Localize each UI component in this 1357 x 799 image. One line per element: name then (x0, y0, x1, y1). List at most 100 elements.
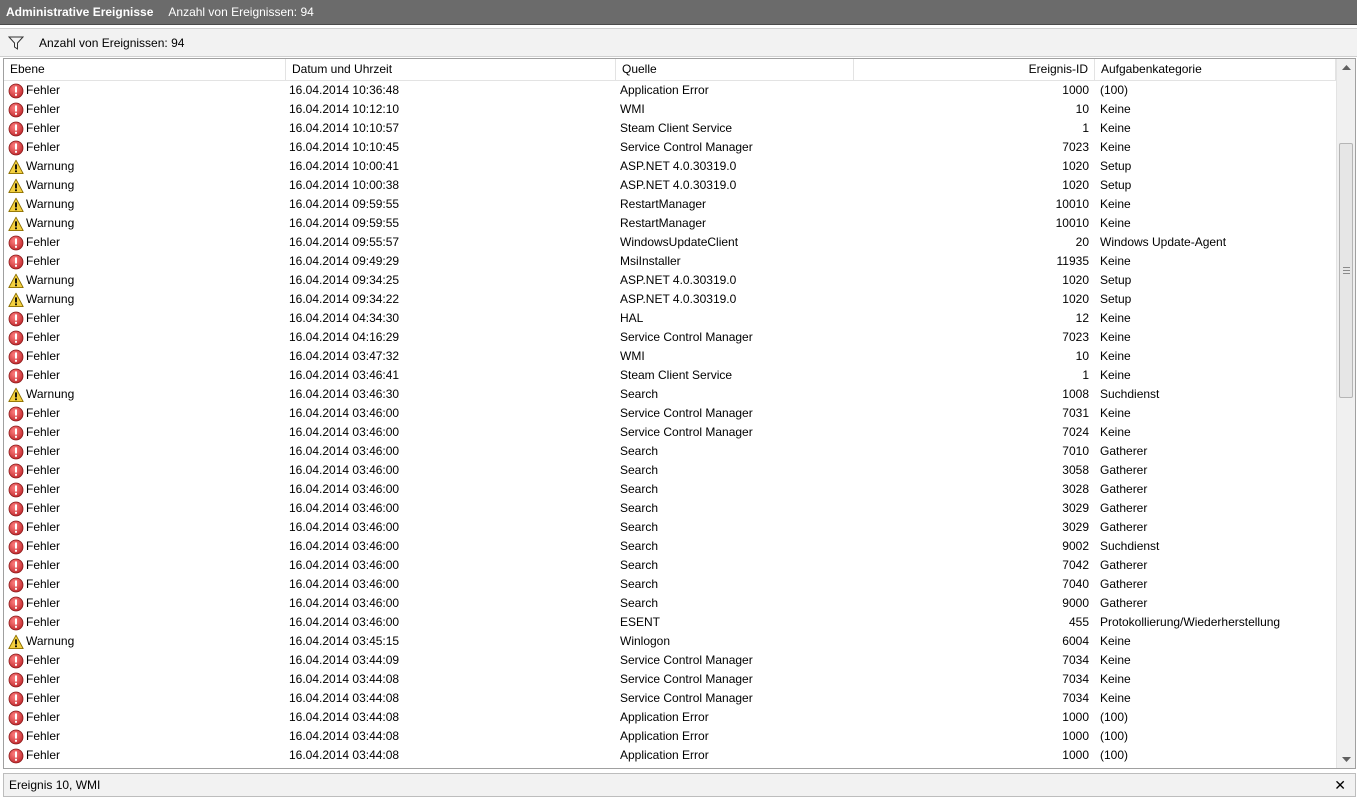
scroll-up-button[interactable] (1337, 59, 1355, 76)
event-row[interactable]: Fehler 16.04.2014 04:34:30 HAL 12 Keine (4, 309, 1336, 328)
event-row[interactable]: Fehler 16.04.2014 03:46:00 Service Control… (4, 404, 1336, 423)
event-category: Setup (1100, 178, 1132, 192)
event-row[interactable]: Fehler 16.04.2014 03:46:00 Search 3029 Gathe… (4, 518, 1336, 537)
event-row[interactable]: Fehler 16.04.2014 09:55:57 WindowsUpdateCl… (4, 233, 1336, 252)
event-date: 16.04.2014 04:16:29 (289, 330, 400, 344)
column-header-source[interactable]: Quelle (616, 59, 854, 80)
event-level: Fehler (26, 482, 61, 496)
event-level-cell: Fehler (8, 309, 284, 328)
event-row[interactable]: Fehler 16.04.2014 03:46:00 Search 3029 Gathe… (4, 499, 1336, 518)
event-row[interactable]: Fehler 16.04.2014 10:12:10 WMI 10 Keine (4, 100, 1336, 119)
event-level-cell: Fehler (8, 556, 284, 575)
event-date: 16.04.2014 03:44:09 (289, 653, 400, 667)
event-row[interactable]: Fehler 16.04.2014 03:44:09 Service Control… (4, 651, 1336, 670)
event-row[interactable]: Fehler 16.04.2014 03:44:08 Service Control… (4, 670, 1336, 689)
column-header-date[interactable]: Datum und Uhrzeit (286, 59, 616, 80)
event-category: Gatherer (1100, 596, 1148, 610)
event-id: 9000 (1062, 596, 1089, 610)
close-icon[interactable]: ✕ (1334, 777, 1346, 793)
event-row[interactable]: Fehler 16.04.2014 03:44:08 Service Control… (4, 689, 1336, 708)
event-row[interactable]: Fehler 16.04.2014 03:46:00 Search 7040 Gathe… (4, 575, 1336, 594)
event-row[interactable]: Fehler 16.04.2014 03:46:00 Service Control… (4, 423, 1336, 442)
event-category: Keine (1100, 653, 1131, 667)
event-level: Warnung (26, 273, 75, 287)
filter-icon[interactable] (8, 36, 24, 50)
event-row[interactable]: Warnung 16.04.2014 10:00:41 ASP.NET 4.0.30… (4, 157, 1336, 176)
event-row[interactable]: Warnung 16.04.2014 03:45:15 Winlogon 6004 Ke… (4, 632, 1336, 651)
event-id: 7034 (1062, 691, 1089, 705)
error-icon (8, 501, 26, 517)
event-row[interactable]: Fehler 16.04.2014 10:36:48 Application Err… (4, 81, 1336, 100)
event-level-cell: Fehler (8, 328, 284, 347)
event-level-cell: Fehler (8, 347, 284, 366)
event-row[interactable]: Fehler 16.04.2014 03:46:00 Search 9000 Gathe… (4, 594, 1336, 613)
event-date: 16.04.2014 03:46:00 (289, 520, 400, 534)
event-row[interactable]: Fehler 16.04.2014 04:16:29 Service Control… (4, 328, 1336, 347)
event-row[interactable]: Fehler 16.04.2014 09:49:29 MsiInstaller 119… (4, 252, 1336, 271)
event-date: 16.04.2014 03:46:00 (289, 425, 400, 439)
error-icon (8, 463, 26, 479)
event-level: Fehler (26, 235, 61, 249)
event-row[interactable]: Fehler 16.04.2014 03:46:00 Search 7042 Gathe… (4, 556, 1336, 575)
event-category: Keine (1100, 140, 1131, 154)
event-date: 16.04.2014 03:44:08 (289, 748, 400, 762)
event-id: 10010 (1055, 197, 1089, 211)
event-row[interactable]: Fehler 16.04.2014 03:44:08 Application Err… (4, 746, 1336, 765)
event-level-cell: Fehler (8, 518, 284, 537)
event-id: 1 (1082, 121, 1089, 135)
event-category: Setup (1100, 273, 1132, 287)
event-date: 16.04.2014 03:47:32 (289, 349, 400, 363)
filter-summary: Anzahl von Ereignissen: 94 (39, 35, 185, 50)
column-header-level[interactable]: Ebene (4, 59, 286, 80)
event-row[interactable]: Warnung 16.04.2014 10:00:38 ASP.NET 4.0.30… (4, 176, 1336, 195)
event-level-cell: Fehler (8, 727, 284, 746)
event-row[interactable]: Warnung 16.04.2014 03:46:30 Search 1008 Such… (4, 385, 1336, 404)
event-date: 16.04.2014 03:46:00 (289, 444, 400, 458)
event-row[interactable]: Fehler 16.04.2014 03:44:08 Application Err… (4, 708, 1336, 727)
event-row[interactable]: Warnung 16.04.2014 09:59:55 RestartManager… (4, 214, 1336, 233)
event-date: 16.04.2014 09:59:55 (289, 216, 400, 230)
event-level: Fehler (26, 406, 61, 420)
event-row[interactable]: Fehler 16.04.2014 03:47:32 WMI 10 Keine (4, 347, 1336, 366)
event-level-cell: Fehler (8, 670, 284, 689)
event-row[interactable]: Warnung 16.04.2014 09:34:25 ASP.NET 4.0.30… (4, 271, 1336, 290)
error-icon (8, 710, 26, 726)
error-icon (8, 349, 26, 365)
event-level: Fehler (26, 577, 61, 591)
column-header-category[interactable]: Aufgabenkategorie (1095, 59, 1336, 80)
error-icon (8, 672, 26, 688)
event-date: 16.04.2014 03:44:08 (289, 691, 400, 705)
event-grid[interactable]: Ebene Datum und Uhrzeit Quelle Ereignis-… (3, 58, 1356, 769)
vertical-scrollbar[interactable] (1336, 59, 1355, 768)
column-header-event-id[interactable]: Ereignis-ID (854, 59, 1095, 80)
event-row[interactable]: Fehler 16.04.2014 10:10:45 Service Control… (4, 138, 1336, 157)
event-row[interactable]: Fehler 16.04.2014 03:46:00 Search 9002 Suchd… (4, 537, 1336, 556)
event-row[interactable]: Warnung 16.04.2014 09:34:22 ASP.NET 4.0.30… (4, 290, 1336, 309)
event-level: Fehler (26, 368, 61, 382)
event-row[interactable]: Warnung 16.04.2014 09:59:55 RestartManager… (4, 195, 1336, 214)
event-category: Gatherer (1100, 463, 1148, 477)
event-level-cell: Fehler (8, 81, 284, 100)
event-row[interactable]: Fehler 16.04.2014 03:44:08 Application Err… (4, 727, 1336, 746)
event-row[interactable]: Fehler 16.04.2014 10:10:57 Steam Client Se… (4, 119, 1336, 138)
warning-icon (8, 178, 26, 194)
event-id: 10010 (1055, 216, 1089, 230)
event-level: Warnung (26, 216, 75, 230)
scroll-down-button[interactable] (1337, 751, 1355, 768)
event-id: 1020 (1062, 178, 1089, 192)
event-level-cell: Fehler (8, 404, 284, 423)
event-category: Gatherer (1100, 444, 1148, 458)
scrollbar-thumb[interactable] (1339, 143, 1353, 398)
event-level-cell: Fehler (8, 252, 284, 271)
event-level-cell: Fehler (8, 100, 284, 119)
event-row[interactable]: Fehler 16.04.2014 03:46:00 Search 7010 Gathe… (4, 442, 1336, 461)
event-date: 16.04.2014 03:44:08 (289, 729, 400, 743)
event-row[interactable]: Fehler 16.04.2014 03:46:41 Steam Client Se… (4, 366, 1336, 385)
event-level: Fehler (26, 672, 61, 686)
event-row[interactable]: Fehler 16.04.2014 03:46:00 Search 3028 Gathe… (4, 480, 1336, 499)
error-icon (8, 140, 26, 156)
event-row[interactable]: Fehler 16.04.2014 03:46:00 Search 3058 Gathe… (4, 461, 1336, 480)
error-icon (8, 444, 26, 460)
event-row[interactable]: Fehler 16.04.2014 03:46:00 ESENT 455 Protoko… (4, 613, 1336, 632)
event-date: 16.04.2014 03:46:00 (289, 501, 400, 515)
